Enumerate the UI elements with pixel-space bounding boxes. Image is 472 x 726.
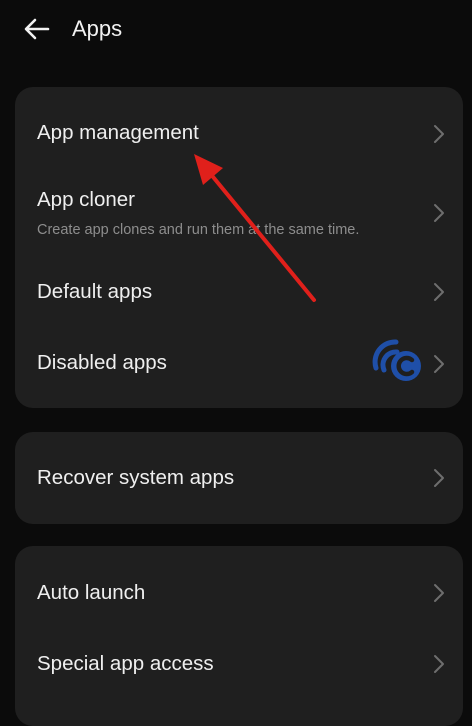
app-cloner-item[interactable]: App cloner Create app clones and run the… [15, 179, 463, 257]
auto-launch-label: Auto launch [37, 581, 146, 604]
default-apps-label: Default apps [37, 280, 153, 303]
chevron-right-icon [434, 584, 444, 602]
app-management-item[interactable]: App management [15, 87, 463, 179]
special-app-access-label: Special app access [37, 652, 214, 675]
special-app-access-item[interactable]: Special app access [15, 628, 463, 708]
chevron-right-icon [434, 204, 444, 222]
chevron-right-icon [434, 283, 444, 301]
settings-group-apps: App management App cloner Create app clo… [15, 87, 463, 408]
settings-group-recover: Recover system apps [15, 432, 463, 524]
chevron-right-icon [434, 355, 444, 373]
recover-system-apps-item[interactable]: Recover system apps [15, 432, 463, 524]
top-app-bar: Apps [0, 0, 472, 60]
app-management-label: App management [37, 121, 199, 144]
chevron-right-icon [434, 469, 444, 487]
chevron-right-icon [434, 125, 444, 143]
settings-group-launch: Auto launch Special app access [15, 546, 463, 726]
back-arrow-icon[interactable] [22, 14, 52, 44]
app-cloner-label: App cloner [37, 188, 136, 211]
disabled-apps-label: Disabled apps [37, 351, 167, 374]
default-apps-item[interactable]: Default apps [15, 257, 463, 327]
app-cloner-description: Create app clones and run them at the sa… [37, 222, 360, 238]
chevron-right-icon [434, 655, 444, 673]
recover-system-apps-label: Recover system apps [37, 466, 235, 489]
page-title: Apps [72, 16, 123, 41]
auto-launch-item[interactable]: Auto launch [15, 546, 463, 628]
disabled-apps-item[interactable]: Disabled apps [15, 327, 463, 408]
